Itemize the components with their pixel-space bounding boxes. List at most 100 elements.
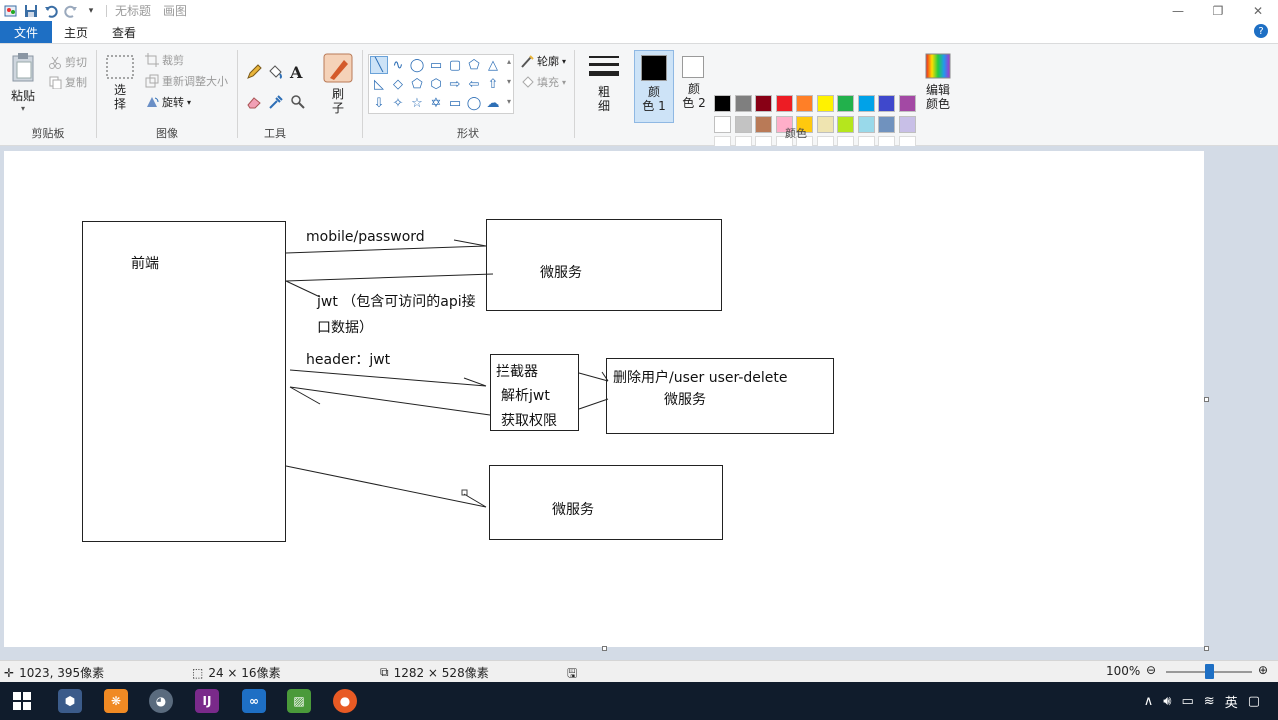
show-hidden-icons-icon[interactable]: ∧ [1144, 694, 1154, 709]
size-button[interactable]: 粗 细 [586, 54, 622, 113]
fill-icon [522, 76, 534, 88]
drawing-canvas[interactable]: 前端 mobile/password 微服务 jwt （包含可访问的api接 口… [4, 151, 1204, 647]
app-icon[interactable]: ⬢ [58, 689, 82, 713]
zoom-in-icon[interactable]: ⊕ [1258, 663, 1268, 677]
input-method-indicator[interactable]: 英 [1225, 692, 1238, 711]
shapes-expand-icon[interactable]: ▾ [507, 97, 511, 106]
image-group-label: 图像 [156, 127, 178, 140]
app-name: 画图 [163, 4, 188, 18]
rotate-label: 旋转 [162, 96, 184, 109]
diamond-shape-icon[interactable]: ◇ [389, 75, 407, 93]
battery-icon[interactable]: ▭ [1181, 694, 1193, 709]
image-group: 选 择 裁剪 重新调整大小 旋转 ▾ 图像 [97, 44, 237, 145]
fill-bucket-icon[interactable] [267, 64, 283, 83]
magnifier-icon[interactable] [290, 94, 306, 113]
file-menu[interactable]: 文件 [0, 21, 52, 43]
clipboard-icon [12, 53, 34, 82]
undo-icon[interactable] [44, 4, 58, 18]
zoom-out-icon[interactable]: ⊖ [1146, 663, 1156, 677]
canvas-resize-handle-bottom[interactable] [602, 646, 607, 651]
hexagon-shape-icon[interactable]: ⬡ [427, 75, 445, 93]
oval-shape-icon[interactable]: ◯ [408, 56, 426, 74]
help-icon[interactable]: ? [1254, 24, 1268, 38]
restore-icon[interactable]: ❐ [1198, 0, 1238, 21]
size-label: 粗 细 [597, 85, 610, 113]
canvas-size: ⧉ 1282 × 528像素 [380, 664, 489, 681]
copy-icon [49, 76, 62, 89]
customize-toolbar-icon[interactable]: ▾ [84, 4, 98, 18]
microservice-label-1: 微服务 [540, 265, 582, 281]
app-icon[interactable]: IJ [195, 689, 219, 713]
text-tool-icon[interactable]: A [290, 63, 302, 82]
redo-icon[interactable] [64, 4, 78, 18]
shapes-scroll-up-icon[interactable]: ▴ [507, 57, 511, 66]
windows-start-icon[interactable] [10, 689, 34, 713]
cursor-position-value: 1023, 395像素 [19, 666, 105, 680]
pentagon-shape-icon[interactable]: ⬠ [408, 75, 426, 93]
copy-button[interactable]: 复制 [48, 74, 87, 90]
header-jwt-label: header：jwt [306, 352, 391, 368]
status-bar: ✛ 1023, 395像素 ⬚ 24 × 16像素 ⧉ 1282 × 528像素… [0, 660, 1278, 682]
outline-label: 轮廓 [537, 55, 559, 68]
left-arrow-shape-icon[interactable]: ⇦ [465, 75, 483, 93]
minimize-icon[interactable]: — [1158, 0, 1198, 21]
oval-callout-shape-icon[interactable]: ◯ [465, 94, 483, 112]
tab-view[interactable]: 查看 [100, 21, 148, 43]
shapes-gallery: ╲ ∿ ◯ ▭ ▢ ⬠ △ ◺ ◇ ⬠ ⬡ ⇨ ⇦ ⇧ ⇩ ✧ ☆ ✡ ▭ ◯ … [368, 54, 514, 114]
six-point-star-shape-icon[interactable]: ✡ [427, 94, 445, 112]
brushes-button[interactable]: 刷 子 [318, 52, 358, 115]
polygon-shape-icon[interactable]: ⬠ [465, 56, 483, 74]
fill-button[interactable]: 填充 ▾ [520, 74, 566, 90]
four-point-star-shape-icon[interactable]: ✧ [389, 94, 407, 112]
cloud-callout-shape-icon[interactable]: ☁ [484, 94, 502, 112]
tools-group: A 工具 [238, 44, 312, 145]
fill-dropdown-icon: ▾ [562, 77, 567, 87]
app-icon[interactable]: ❋ [104, 689, 128, 713]
outline-button[interactable]: 轮廓 ▾ [520, 53, 566, 69]
resize-button[interactable]: 重新调整大小 [145, 73, 228, 89]
canvas-resize-handle-right[interactable] [1204, 397, 1209, 402]
cursor-icon: ✛ [4, 665, 15, 680]
shapes-scroll-down-icon[interactable]: ▾ [507, 77, 511, 86]
up-arrow-shape-icon[interactable]: ⇧ [484, 75, 502, 93]
canvas-resize-handle-corner[interactable] [1204, 646, 1209, 651]
crop-button[interactable]: 裁剪 [145, 52, 184, 68]
select-button[interactable]: 选 择 [105, 54, 135, 111]
parse-jwt-label: 解析jwt [501, 388, 550, 404]
app-icon[interactable]: ● [333, 689, 357, 713]
rectangle-shape-icon[interactable]: ▭ [427, 56, 445, 74]
notification-icon[interactable]: ▢ [1248, 694, 1260, 709]
line-shape-icon[interactable]: ╲ [370, 56, 388, 74]
zoom-slider-thumb[interactable] [1205, 664, 1214, 679]
app-icon[interactable]: ◕ [149, 689, 173, 713]
volume-icon[interactable]: 🔊︎ [1163, 694, 1171, 709]
rotate-button[interactable]: 旋转 ▾ [145, 94, 191, 110]
frontend-box [82, 221, 286, 542]
color-picker-icon[interactable] [268, 94, 284, 113]
ribbon: 粘贴 ▾ 剪切 复制 剪贴板 选 择 裁剪 重新调整大小 旋转 ▾ 图像 A 工… [0, 43, 1278, 153]
cut-button[interactable]: 剪切 [48, 54, 87, 70]
app-icon[interactable]: ∞ [242, 689, 266, 713]
workspace: 前端 mobile/password 微服务 jwt （包含可访问的api接 口… [0, 146, 1278, 660]
five-point-star-shape-icon[interactable]: ☆ [408, 94, 426, 112]
save-icon[interactable] [24, 4, 38, 18]
triangle-shape-icon[interactable]: △ [484, 56, 502, 74]
right-arrow-shape-icon[interactable]: ⇨ [446, 75, 464, 93]
delete-user-label: 删除用户/user user-delete [613, 370, 788, 386]
line-width-icon [589, 56, 619, 76]
rounded-callout-shape-icon[interactable]: ▭ [446, 94, 464, 112]
window-controls: — ❐ ✕ [1158, 0, 1278, 21]
close-icon[interactable]: ✕ [1238, 0, 1278, 21]
eraser-icon[interactable] [246, 94, 262, 113]
curve-shape-icon[interactable]: ∿ [389, 56, 407, 74]
paste-button[interactable]: 粘贴 ▾ [8, 52, 38, 113]
app-icon[interactable]: ▨ [287, 689, 311, 713]
paste-dropdown-icon: ▾ [20, 104, 25, 113]
down-arrow-shape-icon[interactable]: ⇩ [370, 94, 388, 112]
network-icon[interactable]: ≋ [1204, 694, 1215, 709]
tab-home[interactable]: 主页 [52, 21, 100, 43]
pencil-icon[interactable] [246, 64, 262, 83]
right-triangle-shape-icon[interactable]: ◺ [370, 75, 388, 93]
shapes-group-label: 形状 [457, 127, 479, 140]
rounded-rectangle-shape-icon[interactable]: ▢ [446, 56, 464, 74]
